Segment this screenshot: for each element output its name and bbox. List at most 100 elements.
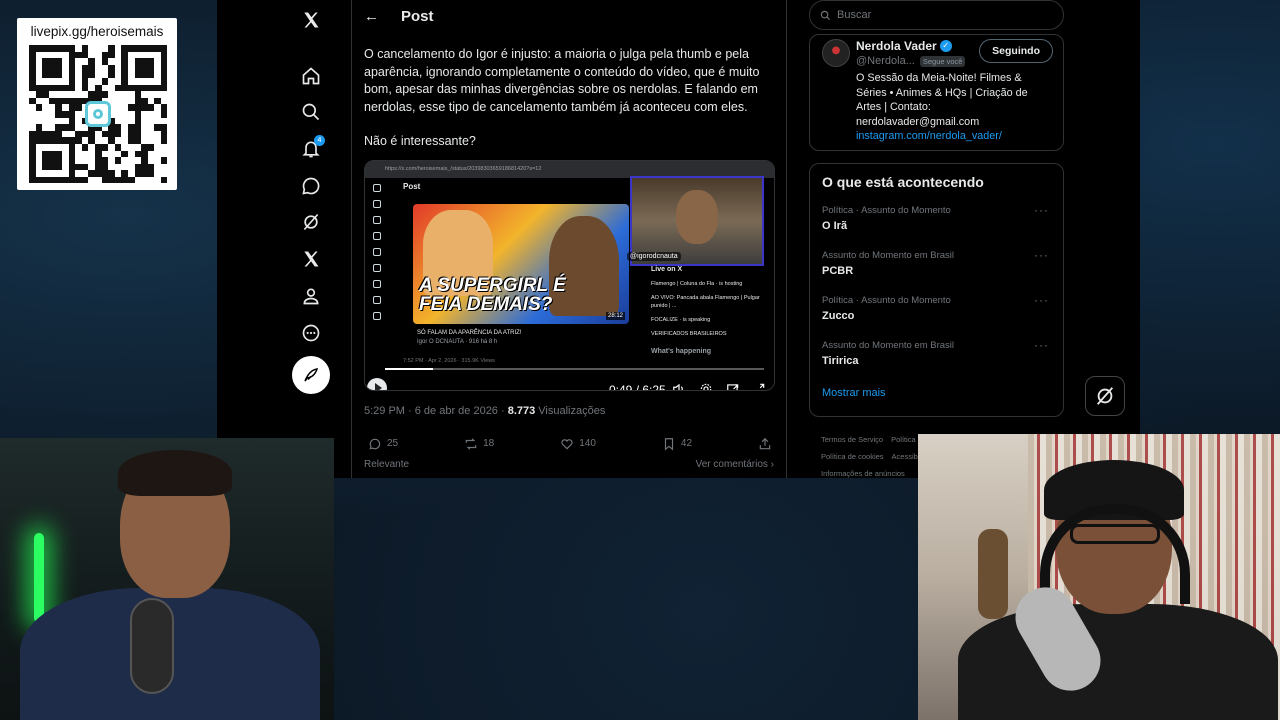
qr-module <box>48 77 56 85</box>
qr-module <box>154 117 161 125</box>
qr-module <box>75 58 82 65</box>
video-progress-bar[interactable] <box>385 367 764 370</box>
profile-name[interactable]: Nerdola Vader ✓ <box>856 39 952 53</box>
qr-module <box>127 71 135 78</box>
grok-icon[interactable] <box>291 203 331 243</box>
grok-float-button[interactable] <box>1085 376 1125 416</box>
qr-module <box>29 143 36 151</box>
embedded-handle: @igorodcnauta <box>627 251 681 261</box>
qr-module <box>88 51 95 59</box>
footer-link[interactable]: Termos de Serviço <box>821 435 883 444</box>
qr-module <box>35 137 43 144</box>
trend-item[interactable]: Assunto do Momento em Brasil Tiririca ··… <box>822 338 1051 385</box>
qr-module <box>127 163 135 171</box>
x-logo-icon[interactable] <box>291 0 331 40</box>
chat-icon[interactable] <box>291 166 331 206</box>
qr-module <box>29 124 36 131</box>
profile-avatar[interactable] <box>822 39 850 67</box>
footer-link[interactable]: Política de cookies <box>821 452 884 461</box>
qr-module <box>55 77 62 85</box>
qr-module <box>88 130 95 138</box>
show-more-link[interactable]: Mostrar mais <box>822 387 1051 399</box>
see-replies-link[interactable]: Ver comentários › <box>696 459 774 470</box>
more-options-icon[interactable]: ··· <box>1034 248 1049 262</box>
qr-module <box>61 124 69 131</box>
qr-module <box>160 143 168 151</box>
reply-button[interactable]: 25 <box>368 437 398 451</box>
profile-icon[interactable] <box>291 276 331 316</box>
fullscreen-icon[interactable] <box>751 381 767 390</box>
qr-module <box>154 170 161 177</box>
qr-module <box>55 71 62 78</box>
trends-title: O que está acontecendo <box>822 174 984 190</box>
repost-button[interactable]: 18 <box>464 437 494 451</box>
qr-module <box>55 45 62 52</box>
trend-item[interactable]: Política · Assunto do Momento Zucco ··· <box>822 293 1051 340</box>
more-options-icon[interactable]: ··· <box>1034 293 1049 307</box>
footer-link[interactable]: Informações de anúncios <box>821 469 905 478</box>
qr-module <box>55 51 62 59</box>
embedded-live-panel: Live on X Flamengo | Coluna do Fla · is … <box>651 266 769 356</box>
search-icon[interactable] <box>291 92 331 132</box>
following-button[interactable]: Seguindo <box>979 39 1053 63</box>
home-icon[interactable] <box>291 56 331 96</box>
webcam-left <box>0 438 334 720</box>
qr-module <box>88 137 95 144</box>
back-arrow-icon[interactable]: ← <box>364 8 379 25</box>
qr-module <box>160 77 168 85</box>
notifications-icon[interactable]: 4 <box>291 129 331 169</box>
qr-module <box>121 104 128 111</box>
premium-x-icon[interactable] <box>291 239 331 279</box>
qr-module <box>154 157 161 164</box>
qr-module <box>61 163 69 171</box>
qr-module <box>94 176 102 184</box>
share-button[interactable] <box>758 437 772 451</box>
qr-module <box>108 150 115 158</box>
qr-module <box>42 77 49 85</box>
profile-bio-link[interactable]: instagram.com/nerdola_vader/ <box>856 129 1046 144</box>
more-options-icon[interactable]: ··· <box>1034 338 1049 352</box>
qr-module <box>94 58 102 65</box>
qr-module <box>160 58 168 65</box>
search-input[interactable]: Buscar <box>809 0 1064 30</box>
qr-module <box>94 157 102 164</box>
trend-item[interactable]: Política · Assunto do Momento O Irã ··· <box>822 203 1051 250</box>
bookmark-button[interactable]: 42 <box>662 437 692 451</box>
qr-module <box>134 130 142 138</box>
qr-module <box>141 97 148 105</box>
qr-module <box>114 104 122 111</box>
qr-module <box>127 58 135 65</box>
volume-icon[interactable] <box>671 381 687 390</box>
qr-module <box>94 71 102 78</box>
qr-module <box>88 143 95 151</box>
profile-handle: @Nerdola... Segue você <box>856 55 966 67</box>
qr-module <box>48 143 56 151</box>
qr-module <box>127 51 135 59</box>
more-icon[interactable] <box>291 313 331 353</box>
qr-module <box>68 130 76 138</box>
play-icon <box>374 382 382 390</box>
trend-item[interactable]: Assunto do Momento em Brasil PCBR ··· <box>822 248 1051 295</box>
qr-module <box>154 91 161 98</box>
qr-module <box>101 157 109 164</box>
more-options-icon[interactable]: ··· <box>1034 203 1049 217</box>
qr-module <box>75 176 82 184</box>
qr-module <box>68 124 76 131</box>
qr-module <box>141 71 148 78</box>
pip-icon[interactable] <box>725 381 741 390</box>
qr-module <box>160 71 168 78</box>
video-progress-fill <box>385 367 434 370</box>
sort-dropdown[interactable]: Relevante <box>364 459 409 470</box>
qr-module <box>147 51 155 59</box>
like-button[interactable]: 140 <box>560 437 596 451</box>
settings-gear-icon[interactable] <box>698 381 714 390</box>
play-button[interactable] <box>367 377 387 390</box>
embedded-screen: Post A SUPERGIRL É FEIA DEMAIS? 28:12 SÓ… <box>365 175 774 390</box>
qr-module <box>108 64 115 72</box>
qr-module <box>141 110 148 118</box>
video-player[interactable]: https://x.com/heroisemais_/status/203983… <box>364 159 775 391</box>
qr-module <box>61 51 69 59</box>
compose-post-button[interactable] <box>292 356 330 395</box>
qr-module <box>55 176 62 184</box>
qr-module <box>160 104 168 111</box>
